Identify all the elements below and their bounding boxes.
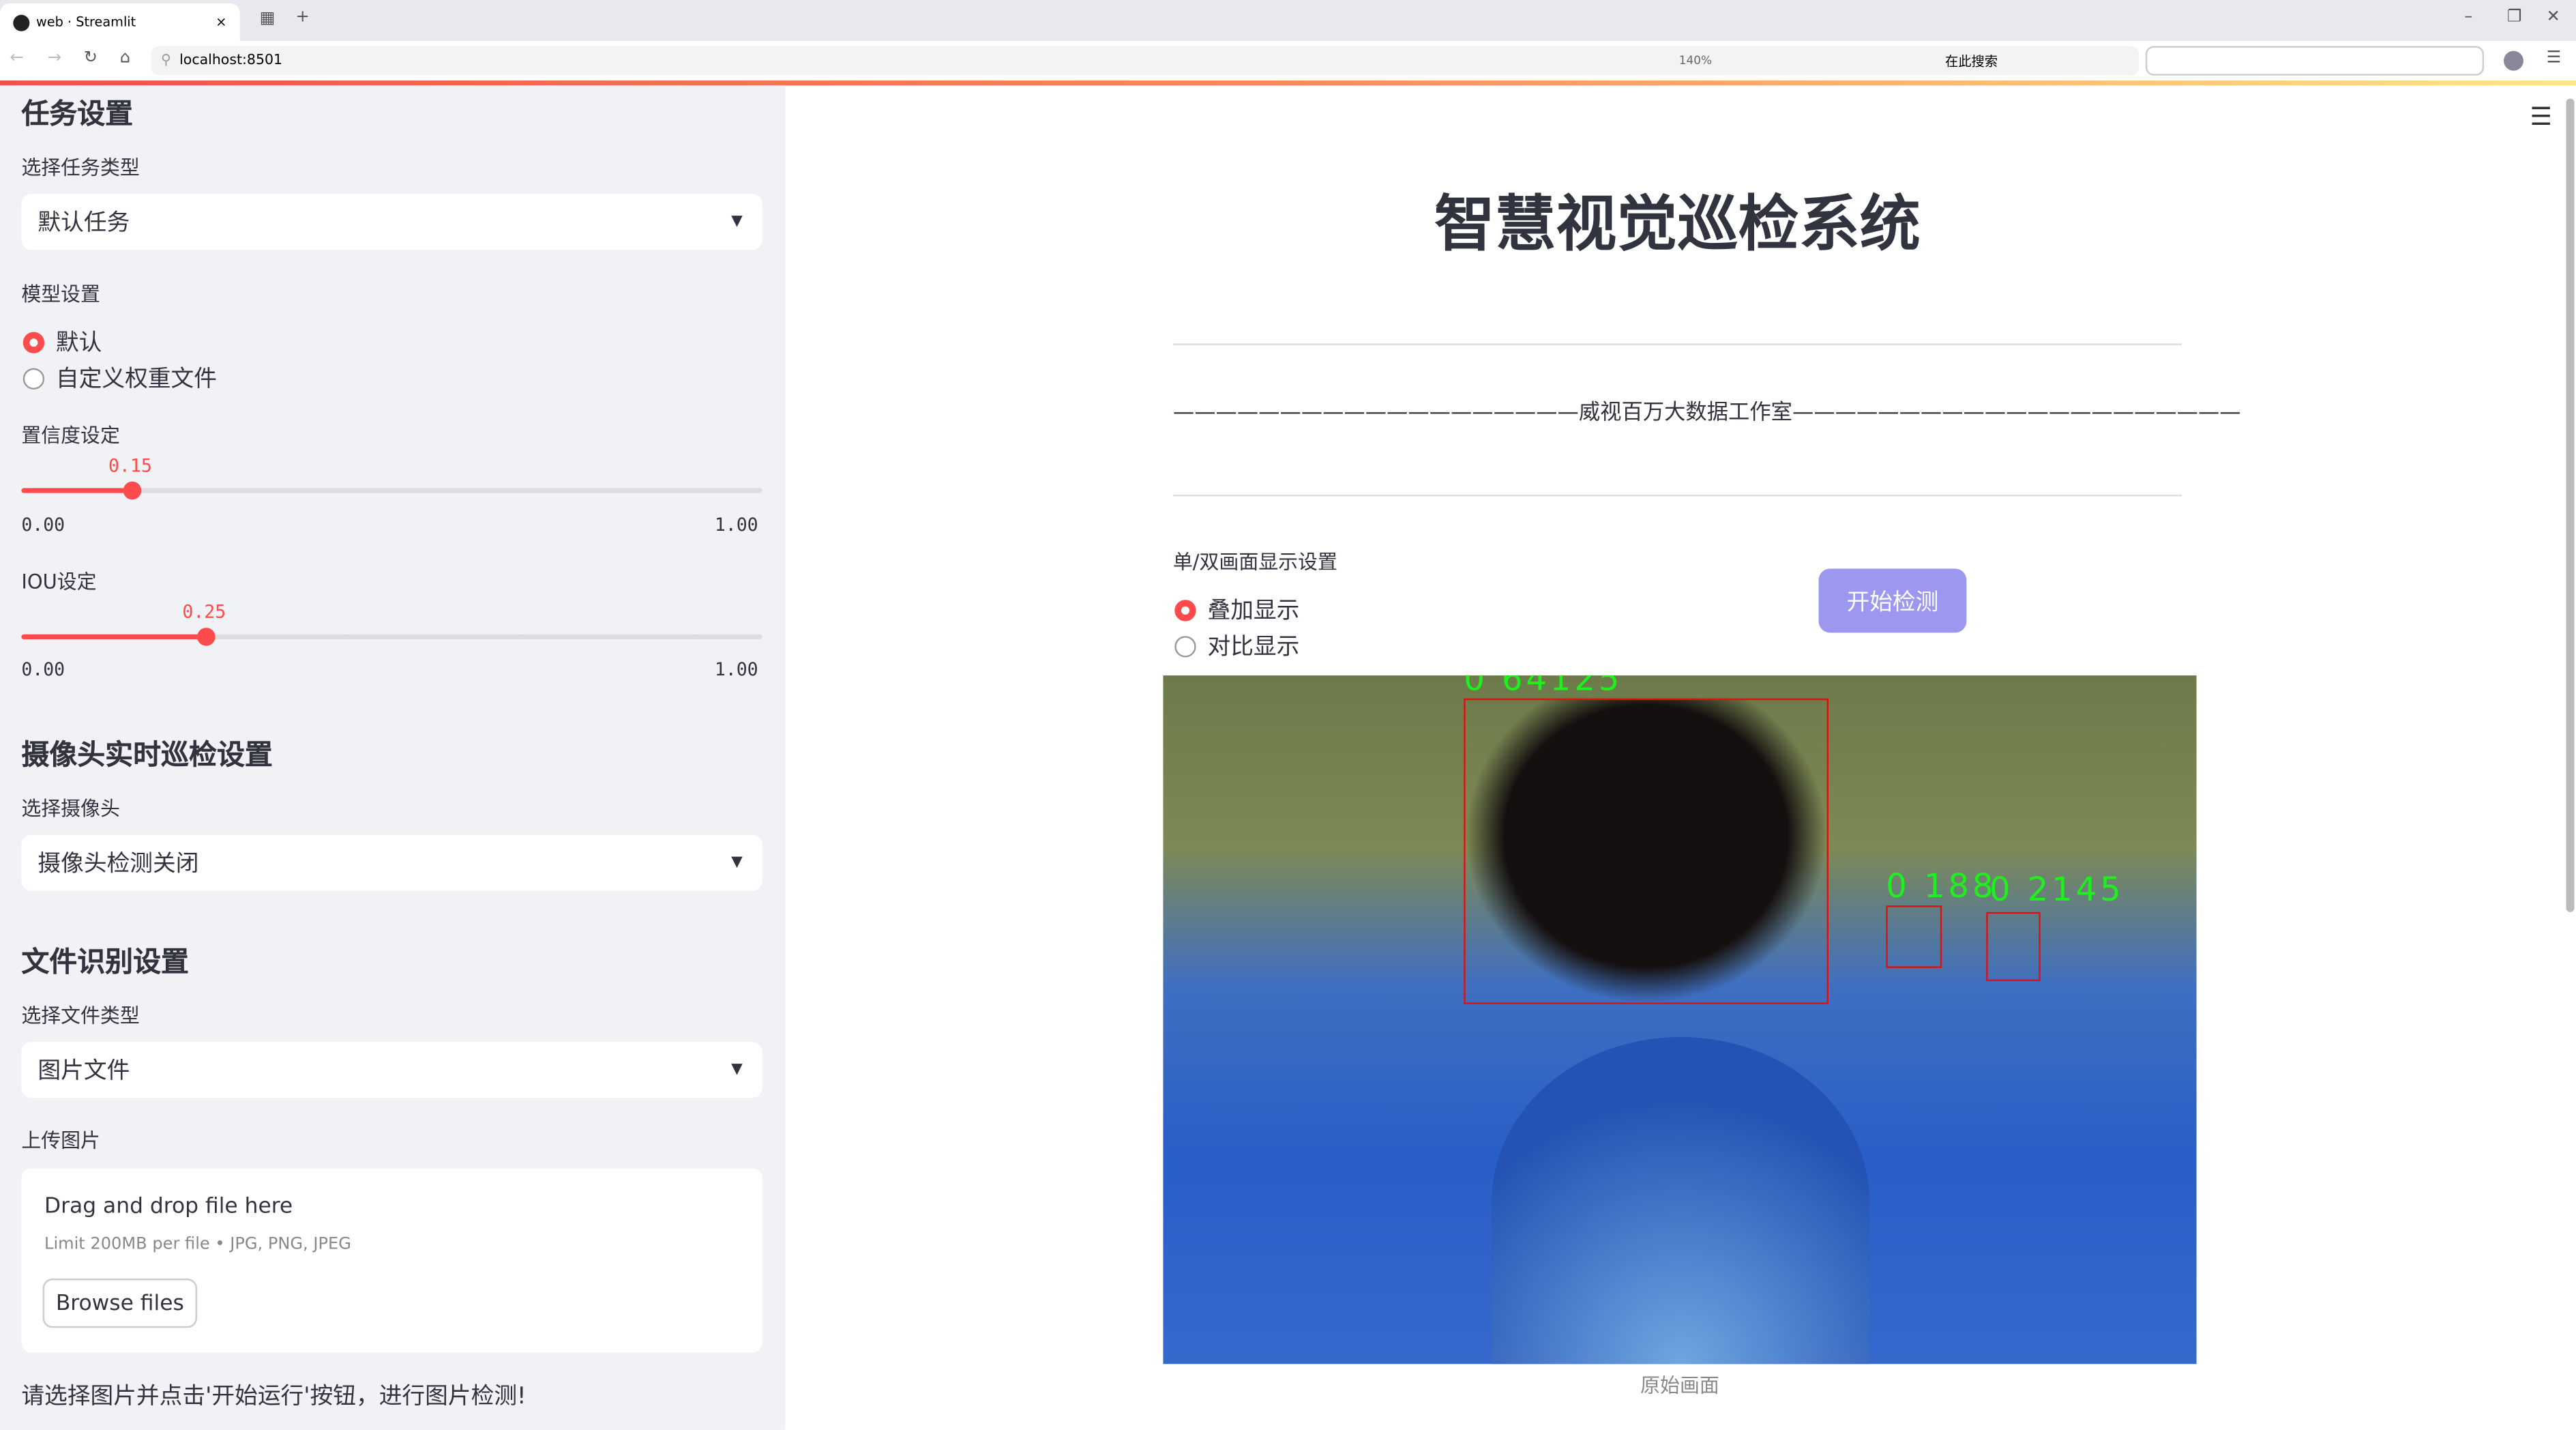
radio-label: 自定义权重文件: [55, 366, 217, 393]
divider: [1172, 343, 2182, 345]
conf-slider-handle[interactable]: [123, 481, 142, 500]
new-tab-icon[interactable]: +: [296, 8, 310, 26]
task-type-select[interactable]: 默认任务 ▼: [21, 194, 763, 250]
bbox: [1886, 905, 1942, 968]
forward-icon[interactable]: →: [48, 49, 61, 67]
close-window-icon[interactable]: ✕: [2547, 8, 2560, 26]
subtitle: ———————————————————威视百万大数据工作室———————————…: [1172, 400, 2241, 426]
home-icon[interactable]: ⌂: [120, 49, 130, 67]
model-radio-custom[interactable]: 自定义权重文件: [23, 362, 217, 394]
drop-text: Drag and drop file here: [44, 1195, 293, 1220]
file-type-select[interactable]: 图片文件 ▼: [21, 1042, 763, 1098]
tab-title: web · Streamlit: [35, 14, 136, 30]
iou-max: 1.00: [714, 658, 758, 681]
back-icon[interactable]: ←: [10, 49, 23, 67]
file-header: 文件识别设置: [21, 946, 190, 980]
detection-label: 0 2145: [1989, 869, 2125, 909]
restore-icon[interactable]: ❐: [2507, 8, 2522, 26]
radio-icon: [23, 367, 45, 389]
streamlit-logo-icon: [13, 14, 30, 31]
search-icon: ⚲: [161, 53, 172, 70]
scrollbar[interactable]: [2566, 98, 2575, 912]
file-dropzone[interactable]: Drag and drop file here Limit 200MB per …: [21, 1168, 763, 1353]
task-type-label: 选择任务类型: [21, 156, 140, 179]
iou-slider-handle[interactable]: [197, 628, 216, 646]
task-header: 任务设置: [21, 98, 134, 132]
display-label: 单/双画面显示设置: [1172, 550, 1337, 574]
file-type-label: 选择文件类型: [21, 1004, 140, 1027]
address-bar[interactable]: ⚲ localhost:8501 140%: [151, 46, 2140, 76]
iou-min: 0.00: [21, 658, 65, 681]
camera-value: 摄像头检测关闭: [38, 851, 199, 878]
detection-image: 0 64125 0 188 0 2145: [1163, 675, 2197, 1365]
streamlit-header-bar: [0, 81, 2576, 86]
iou-value: 0.25: [182, 601, 226, 623]
conf-value: 0.15: [108, 455, 152, 477]
camera-label: 选择摄像头: [21, 797, 120, 820]
app-menu-icon[interactable]: ☰: [2530, 102, 2552, 131]
browse-files-button[interactable]: Browse files: [42, 1279, 198, 1328]
display-radio-compare[interactable]: 对比显示: [1174, 630, 1299, 662]
iou-label: IOU设定: [21, 570, 97, 594]
tab-groups-icon[interactable]: ▦: [260, 10, 276, 27]
camera-select[interactable]: 摄像头检测关闭 ▼: [21, 834, 763, 891]
radio-icon: [23, 331, 45, 353]
radio-label: 叠加显示: [1207, 598, 1300, 625]
radio-icon: [1174, 599, 1196, 621]
profile-avatar[interactable]: [2504, 50, 2523, 71]
image-caption: 原始画面: [1640, 1373, 1719, 1397]
bbox: [1986, 911, 2041, 982]
browser-menu-icon[interactable]: ☰: [2547, 49, 2562, 67]
radio-icon: [1174, 635, 1196, 657]
page-title: 智慧视觉巡检系统: [1434, 189, 1921, 260]
close-tab-icon[interactable]: ×: [216, 15, 226, 30]
extensions-bar[interactable]: [2145, 46, 2485, 76]
conf-label: 置信度设定: [21, 424, 120, 448]
conf-max: 1.00: [714, 514, 758, 536]
conf-min: 0.00: [21, 514, 65, 536]
chevron-down-icon: ▼: [731, 214, 743, 231]
start-detection-button[interactable]: 开始检测: [1818, 568, 1967, 633]
detection-label: 0 64125: [1464, 675, 1623, 699]
iou-slider[interactable]: [21, 634, 763, 640]
tab-bar: web · Streamlit × ▦ + – ❐ ✕: [0, 0, 2576, 42]
logo-emblem: [1492, 1036, 1870, 1365]
camera-header: 摄像头实时巡检设置: [21, 739, 273, 773]
divider: [1172, 495, 2182, 497]
reload-icon[interactable]: ↻: [84, 49, 98, 67]
detection-label: 0 188: [1886, 866, 1997, 906]
task-type-value: 默认任务: [38, 210, 130, 237]
url-text: localhost:8501: [179, 53, 283, 70]
search-engine-box[interactable]: 在此搜索: [1945, 53, 1998, 70]
display-radio-overlay[interactable]: 叠加显示: [1174, 594, 1299, 626]
zoom-level[interactable]: 140%: [1679, 54, 1712, 67]
browser-tab[interactable]: web · Streamlit ×: [0, 3, 240, 42]
radio-label: 默认: [55, 330, 102, 357]
chevron-down-icon: ▼: [731, 1062, 743, 1079]
chevron-down-icon: ▼: [731, 854, 743, 871]
model-label: 模型设置: [21, 282, 100, 306]
upload-label: 上传图片: [21, 1128, 100, 1152]
radio-label: 对比显示: [1207, 634, 1300, 661]
bbox: [1464, 698, 1829, 1004]
model-radio-default[interactable]: 默认: [23, 325, 102, 358]
minimize-icon[interactable]: –: [2464, 8, 2472, 26]
limit-text: Limit 200MB per file • JPG, PNG, JPEG: [44, 1236, 351, 1254]
sidebar: 任务设置 选择任务类型 默认任务 ▼ 模型设置 默认 自定义权重文件 置信度设定 …: [0, 85, 786, 1430]
file-type-value: 图片文件: [38, 1058, 130, 1085]
hint-text: 请选择图片并点击'开始运行'按钮，进行图片检测!: [21, 1384, 527, 1410]
